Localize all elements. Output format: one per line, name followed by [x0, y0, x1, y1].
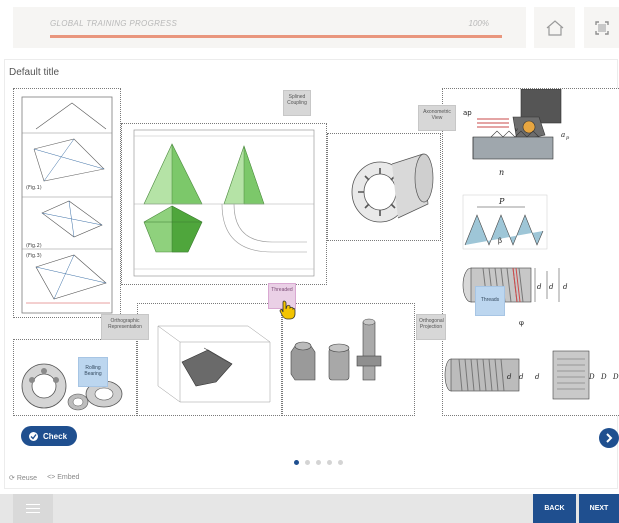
p-subscript-text: p: [566, 135, 570, 141]
label-orthographic-representation[interactable]: Orthographic Representation: [101, 314, 149, 340]
vc-text: v: [515, 127, 518, 133]
nut-D2-text: D: [600, 373, 607, 381]
label-orthogonal-projection[interactable]: Orthogonal Projection: [416, 314, 446, 340]
nut-D1-text: D: [588, 373, 595, 381]
phi-text: φ: [519, 319, 524, 327]
next-slide-button[interactable]: [599, 428, 619, 448]
bottom-nav-bar: BACK NEXT: [0, 494, 619, 523]
bolt-d1-text: d: [507, 373, 512, 381]
progress-panel: GLOBAL TRAINING PROGRESS 100%: [13, 7, 526, 48]
pager-dot[interactable]: [305, 460, 310, 465]
bolt-d2-text: d: [519, 373, 524, 381]
home-button[interactable]: [534, 7, 575, 48]
reuse-icon: ⟳: [9, 475, 15, 482]
home-icon: [546, 19, 563, 36]
beta-text: β: [498, 237, 502, 245]
splined-coupling-svg: [351, 153, 434, 223]
n-text: n: [499, 168, 504, 177]
back-button[interactable]: BACK: [533, 494, 576, 523]
progress-fill: [50, 35, 502, 38]
a-text: a: [561, 131, 565, 139]
menu-button[interactable]: [13, 494, 53, 523]
d-text: d: [563, 283, 568, 291]
pager-dot[interactable]: [294, 460, 299, 465]
label-axonometric-view[interactable]: Axonometric View: [418, 105, 456, 131]
progress-track: [50, 35, 502, 38]
pager-dot[interactable]: [338, 460, 343, 465]
pitch-text: P: [498, 197, 505, 206]
fasteners-svg: [290, 318, 382, 381]
embed-link[interactable]: <> Embed: [47, 474, 79, 482]
ap-text: ap: [463, 109, 472, 117]
cone-intersection-svg: [133, 129, 315, 277]
rolling-bearing-svg: [21, 363, 123, 411]
d1-text: d: [537, 283, 542, 291]
card-title: Default title: [9, 67, 60, 78]
splined-coupling-drawing[interactable]: [327, 133, 441, 241]
nut-D-text: D: [612, 373, 619, 381]
menu-icon-line: [26, 512, 40, 513]
orthographic-block-svg: [157, 325, 271, 403]
drawing-canvas: (Fig.1) (Fig.2) (Fig.3) ap a p n v P β d…: [13, 87, 619, 417]
check-button[interactable]: Check: [21, 426, 77, 446]
fullscreen-button[interactable]: [584, 7, 619, 48]
label-rolling-bearing[interactable]: Rolling Bearing: [78, 357, 108, 387]
embed-label: Embed: [57, 474, 80, 481]
fullscreen-icon: [594, 20, 609, 35]
reuse-label: Reuse: [16, 475, 38, 482]
footer-links: ⟳ Reuse <> Embed: [9, 474, 79, 482]
bolt-d-text: d: [535, 373, 540, 381]
reuse-link[interactable]: ⟳ Reuse: [9, 474, 37, 482]
slide-pager: [294, 460, 343, 465]
threads-drawing[interactable]: ap a p n v P β d d d φ d d d D D D: [442, 88, 619, 416]
check-icon: [29, 431, 38, 441]
pager-dot[interactable]: [327, 460, 332, 465]
descriptive-geometry-svg: (Fig.1) (Fig.2) (Fig.3): [21, 96, 113, 314]
fig1-text: (Fig.1): [26, 185, 42, 191]
cone-intersection-drawing[interactable]: [121, 123, 327, 285]
fig2-text: (Fig.2): [26, 243, 42, 249]
pager-dot[interactable]: [316, 460, 321, 465]
chevron-right-icon: [606, 433, 613, 443]
label-threads[interactable]: Threads: [475, 286, 505, 316]
embed-icon: <>: [47, 474, 56, 481]
label-splined-coupling[interactable]: Splined Coupling: [283, 90, 311, 116]
d2-text: d: [549, 283, 554, 291]
orthographic-block-drawing[interactable]: [137, 303, 282, 416]
menu-icon-line: [26, 508, 40, 509]
progress-percent: 100%: [468, 19, 489, 28]
menu-icon-line: [26, 504, 40, 505]
hand-cursor-icon: [279, 300, 296, 320]
descriptive-geometry-drawing[interactable]: (Fig.1) (Fig.2) (Fig.3): [13, 88, 121, 318]
top-bar: GLOBAL TRAINING PROGRESS 100%: [0, 0, 619, 56]
fasteners-drawing[interactable]: [282, 303, 415, 416]
rolling-bearing-drawing[interactable]: [13, 339, 137, 416]
check-label: Check: [43, 431, 68, 441]
progress-label: GLOBAL TRAINING PROGRESS: [50, 19, 178, 28]
threads-svg: ap a p n v P β d d d φ d d d D D D: [444, 88, 619, 400]
fig3-text: (Fig.3): [26, 253, 42, 259]
next-button[interactable]: NEXT: [579, 494, 619, 523]
